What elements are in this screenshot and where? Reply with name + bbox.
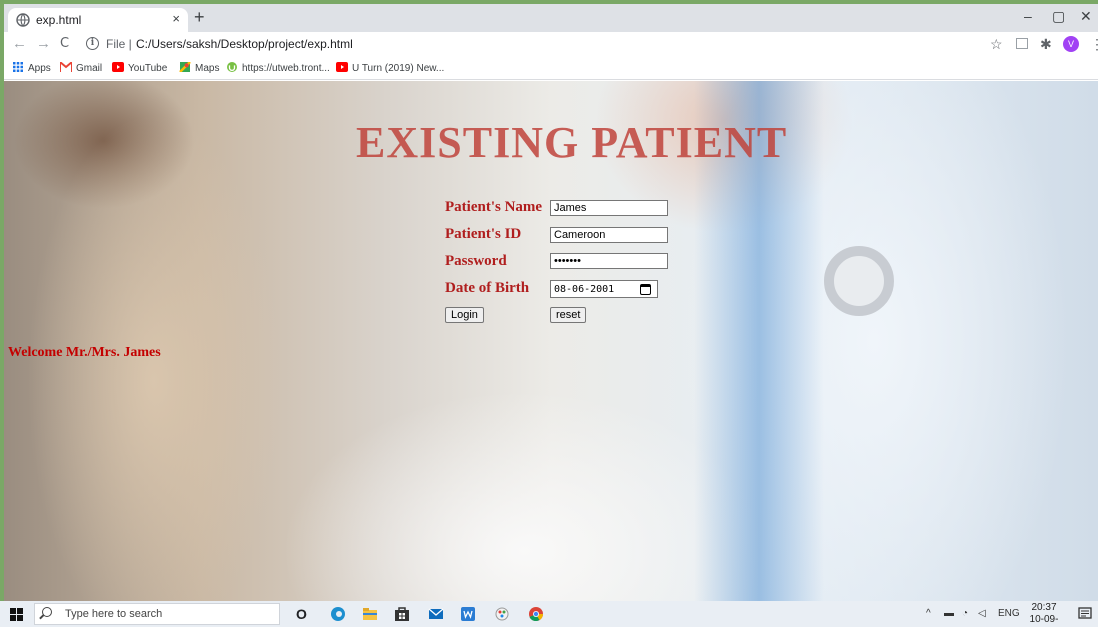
edge-icon[interactable] bbox=[330, 606, 346, 622]
globe-icon bbox=[16, 13, 30, 27]
calendar-icon[interactable] bbox=[640, 284, 651, 295]
youtube-icon bbox=[112, 62, 124, 72]
maps-icon bbox=[179, 62, 191, 72]
star-icon[interactable]: ☆ bbox=[990, 36, 1003, 52]
clock-time: 20:37 bbox=[1031, 602, 1057, 613]
taskbar-clock[interactable]: 20:37 10-09-2020 bbox=[1022, 602, 1066, 627]
patient-id-input[interactable] bbox=[550, 227, 668, 243]
forward-button[interactable]: → bbox=[36, 36, 51, 52]
browser-window: exp.html × + – ▢ ✕ ← → C i File | C:/Use… bbox=[4, 4, 1098, 601]
login-button[interactable]: Login bbox=[445, 307, 484, 323]
info-icon[interactable]: i bbox=[86, 37, 99, 50]
extension-icon[interactable] bbox=[1016, 38, 1028, 49]
bookmark-u-turn[interactable]: U Turn (2019) New... bbox=[336, 62, 444, 74]
password-label: Password bbox=[445, 253, 507, 269]
puzzle-icon[interactable]: ✱ bbox=[1040, 36, 1052, 52]
chrome-icon[interactable] bbox=[528, 606, 544, 622]
date-of-birth-label: Date of Birth bbox=[445, 280, 530, 296]
bookmark-apps[interactable]: Apps bbox=[12, 62, 51, 74]
tab-title: exp.html bbox=[36, 13, 82, 27]
cortana-icon[interactable]: O bbox=[296, 606, 307, 622]
language-indicator[interactable]: ENG bbox=[998, 608, 1020, 619]
word-icon[interactable] bbox=[460, 606, 476, 622]
search-icon bbox=[42, 607, 52, 617]
taskbar-search-box[interactable]: Type here to search bbox=[34, 603, 280, 625]
profile-avatar[interactable]: V bbox=[1063, 36, 1079, 52]
bookmark-label: https://utweb.tront... bbox=[242, 63, 330, 74]
address-scheme: File | bbox=[106, 37, 132, 51]
page-title: EXISTING PATIENT bbox=[356, 118, 788, 167]
paint-icon[interactable] bbox=[494, 606, 510, 622]
back-button[interactable]: ← bbox=[12, 36, 27, 52]
battery-icon[interactable]: ▬ bbox=[944, 608, 954, 619]
page-viewport: EXISTING PATIENT Patient's Name Patient'… bbox=[4, 81, 1098, 601]
file-explorer-icon[interactable] bbox=[362, 606, 378, 622]
youtube-icon bbox=[336, 62, 348, 72]
minimize-button[interactable]: – bbox=[1024, 8, 1032, 24]
gmail-icon bbox=[60, 62, 72, 72]
patient-id-label: Patient's ID bbox=[445, 226, 522, 242]
mail-icon[interactable] bbox=[428, 606, 444, 622]
bookmark-maps[interactable]: Maps bbox=[179, 62, 219, 74]
volume-icon[interactable]: ◁ bbox=[978, 608, 986, 619]
tab-close-icon[interactable]: × bbox=[172, 11, 180, 26]
bookmark-gmail[interactable]: Gmail bbox=[60, 62, 102, 74]
tab-strip: exp.html × + – ▢ ✕ bbox=[4, 4, 1098, 32]
bookmarks-bar: Apps Gmail YouTube Maps https://utweb.tr… bbox=[4, 58, 1098, 80]
maximize-button[interactable]: ▢ bbox=[1052, 8, 1065, 25]
tray-overflow-chevron-icon[interactable]: ^ bbox=[926, 608, 931, 619]
search-placeholder: Type here to search bbox=[65, 608, 163, 620]
bookmark-utweb[interactable]: https://utweb.tront... bbox=[226, 62, 330, 74]
store-icon[interactable] bbox=[394, 606, 410, 622]
address-bar[interactable]: i File | C:/Users/saksh/Desktop/project/… bbox=[80, 35, 960, 55]
patient-name-label: Patient's Name bbox=[445, 199, 543, 215]
menu-icon[interactable]: ⋮ bbox=[1090, 36, 1098, 52]
reset-button[interactable]: reset bbox=[550, 307, 587, 323]
new-tab-button[interactable]: + bbox=[194, 7, 205, 27]
tab-exp-html[interactable]: exp.html × bbox=[8, 8, 188, 32]
windows-start-icon[interactable] bbox=[10, 608, 23, 621]
bookmark-youtube[interactable]: YouTube bbox=[112, 62, 167, 74]
reload-button[interactable]: C bbox=[60, 36, 69, 52]
bookmark-label: Apps bbox=[28, 63, 51, 74]
welcome-message: Welcome Mr./Mrs. James bbox=[8, 345, 161, 360]
clock-date: 10-09-2020 bbox=[1029, 614, 1059, 627]
taskbar: Type here to search O ^ ▬ ◔ ◁ ENG 20:37 … bbox=[0, 601, 1098, 627]
utorrent-icon bbox=[227, 62, 237, 72]
wifi-icon[interactable]: ◔ bbox=[962, 608, 968, 619]
stethoscope-decoration bbox=[824, 246, 894, 316]
password-input[interactable] bbox=[550, 253, 668, 269]
close-window-button[interactable]: ✕ bbox=[1080, 8, 1092, 25]
bookmark-label: U Turn (2019) New... bbox=[352, 63, 445, 74]
bookmark-label: Maps bbox=[195, 63, 220, 74]
bookmark-label: YouTube bbox=[128, 63, 168, 74]
bookmark-label: Gmail bbox=[76, 63, 103, 74]
notifications-icon[interactable] bbox=[1078, 607, 1092, 621]
apps-grid-icon bbox=[13, 62, 23, 72]
patient-name-input[interactable] bbox=[550, 200, 668, 216]
address-bar-row: ← → C i File | C:/Users/saksh/Desktop/pr… bbox=[4, 32, 1098, 58]
address-url[interactable]: C:/Users/saksh/Desktop/project/exp.html bbox=[136, 37, 353, 51]
